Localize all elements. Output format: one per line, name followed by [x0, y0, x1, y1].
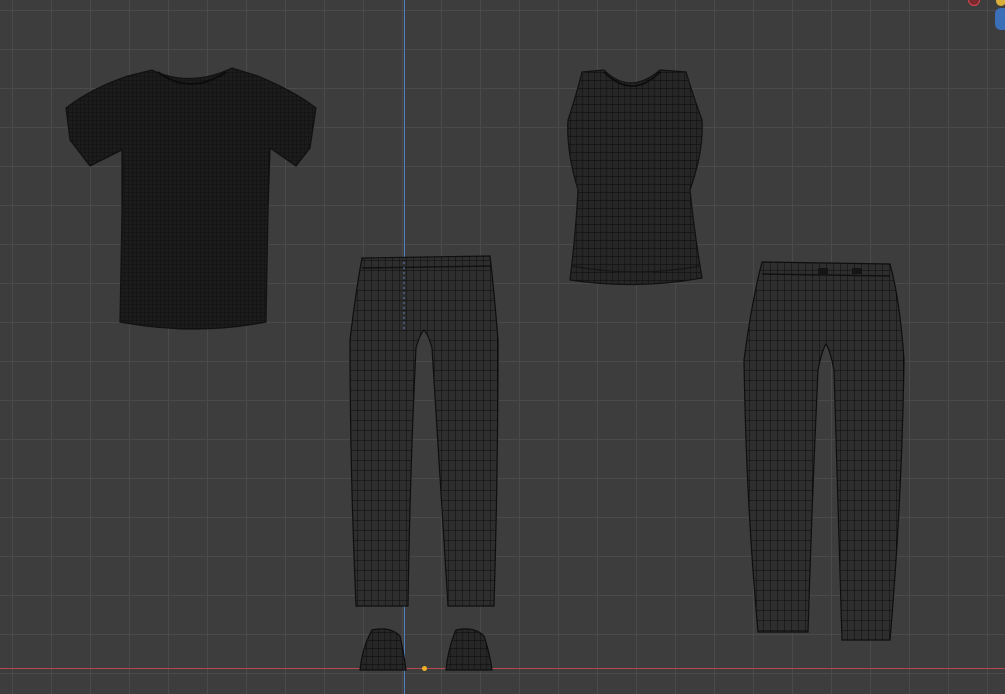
jeans-front-mesh[interactable]	[349, 255, 499, 607]
tank-top-mesh[interactable]	[567, 69, 703, 286]
jeans-back-mesh[interactable]	[743, 261, 905, 641]
scene-canvas[interactable]	[0, 0, 1005, 694]
3d-viewport[interactable]	[0, 0, 1005, 694]
shoes-mesh[interactable]	[359, 628, 493, 671]
z-axis-handle-icon[interactable]	[995, 8, 1005, 30]
tshirt-mesh[interactable]	[65, 67, 317, 330]
y-axis-handle-icon[interactable]	[996, 0, 1005, 6]
origin-point	[422, 666, 427, 671]
